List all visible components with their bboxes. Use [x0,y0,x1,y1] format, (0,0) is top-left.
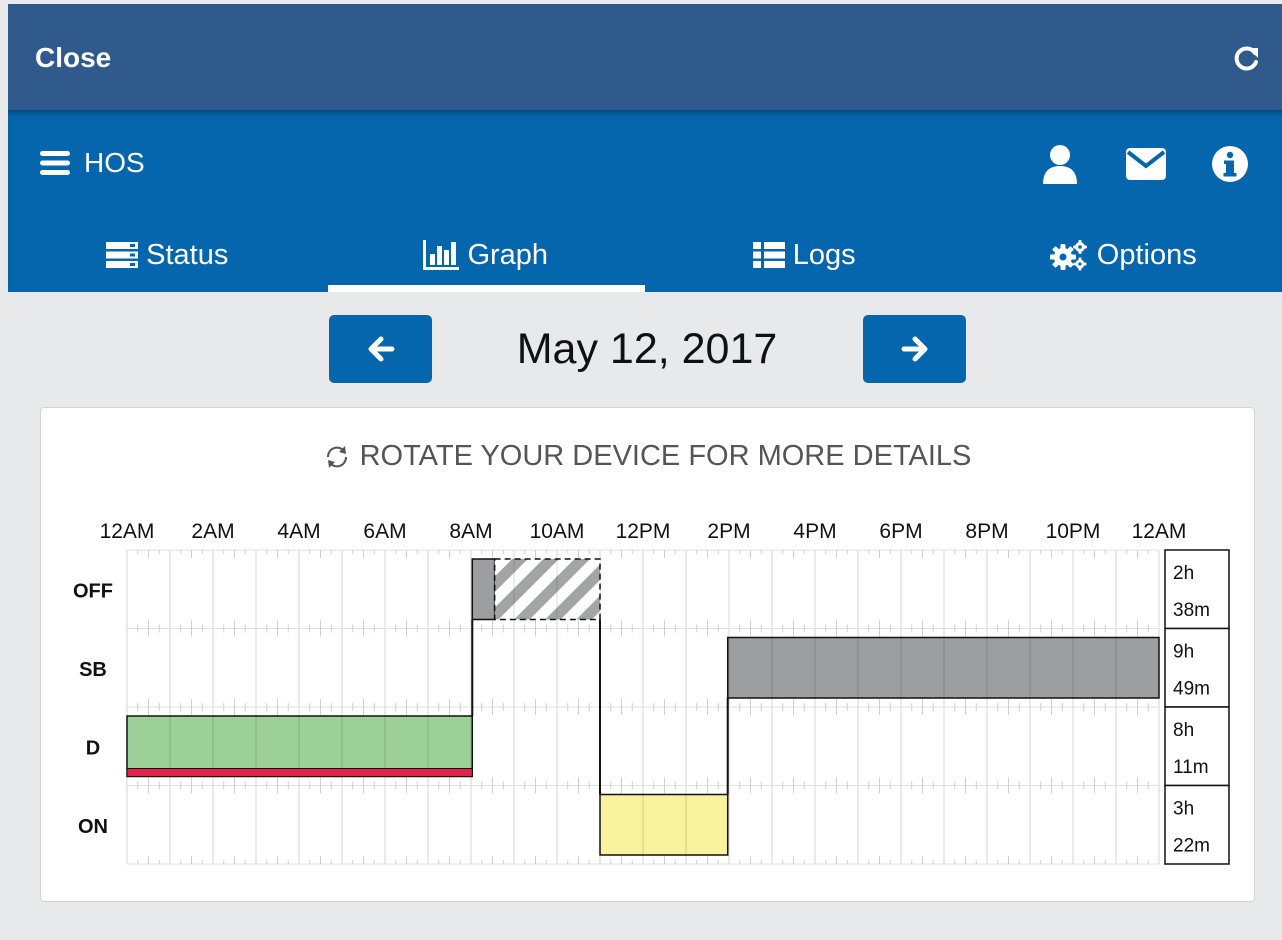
time-label: 2AM [191,520,234,543]
row-total-hours: 9h [1173,642,1194,663]
next-day-button[interactable] [863,315,966,383]
tab-logs-label: Logs [792,238,856,271]
status-segment-sb [726,636,1160,699]
time-label: 8AM [449,520,492,543]
status-segment-off [493,558,601,621]
tab-graph[interactable]: Graph [327,218,646,292]
bar-chart-icon [423,240,460,270]
row-total-hours: 3h [1173,799,1194,820]
info-icon[interactable] [1208,144,1252,184]
tab-status[interactable]: Status [8,218,327,292]
server-icon [106,242,139,268]
prev-day-button[interactable] [329,315,432,383]
time-label: 2PM [707,520,750,543]
arrow-right-icon [901,336,927,362]
close-button[interactable]: Close [35,42,111,74]
hos-graph: 12AM 2AM 4AM 6AM 8AM 10AM 12PM 2PM 4PM 6PM 8PM 10PM… [73,520,1230,865]
tab-status-label: Status [146,238,229,271]
top-bar: Close [8,4,1282,110]
time-label: 6PM [879,520,922,543]
violation-bar [126,768,473,777]
time-label: 4PM [793,520,836,543]
current-date: May 12, 2017 [516,325,778,373]
row-total-minutes: 49m [1173,679,1210,700]
hamburger-icon [40,151,70,175]
time-label: 12PM [616,520,671,543]
cogs-icon [1049,240,1087,271]
tab-graph-label: Graph [467,238,549,271]
time-label: 12AM [100,520,155,543]
row-total-minutes: 11m [1173,757,1209,778]
row-total-minutes: 38m [1173,600,1210,621]
row-label: SB [79,659,107,681]
row-label: OFF [73,580,113,602]
row-label: ON [78,816,108,838]
time-label: 6AM [363,520,406,543]
list-icon [752,242,785,268]
menu-button[interactable]: HOS [40,147,145,178]
row-label: D [86,737,100,759]
time-label: 10AM [530,520,585,543]
arrow-left-icon [368,336,394,362]
time-label: 10PM [1046,520,1101,543]
row-total-minutes: 22m [1173,836,1210,857]
refresh-icon[interactable] [1228,40,1264,76]
status-segment-off [471,558,496,621]
time-label: 8PM [965,520,1008,543]
user-icon[interactable] [1038,144,1082,184]
time-label: 12AM [1132,520,1187,543]
row-total-hours: 8h [1173,720,1194,741]
row-total-hours: 2h [1173,563,1194,584]
graph-card: ROTATE YOUR DEVICE FOR MORE DETAILS 12AM… [40,407,1255,902]
app-header: HOS Status Graph Logs Options [8,110,1282,292]
status-segment-on [599,793,729,856]
tab-options[interactable]: Options [964,218,1282,292]
tab-logs[interactable]: Logs [645,218,964,292]
tab-bar: Status Graph Logs Options [8,218,1282,292]
app-title: HOS [84,147,145,178]
tab-options-label: Options [1096,238,1197,271]
time-label: 4AM [277,520,320,543]
status-segment-d [126,715,474,778]
mail-icon[interactable] [1124,144,1168,184]
